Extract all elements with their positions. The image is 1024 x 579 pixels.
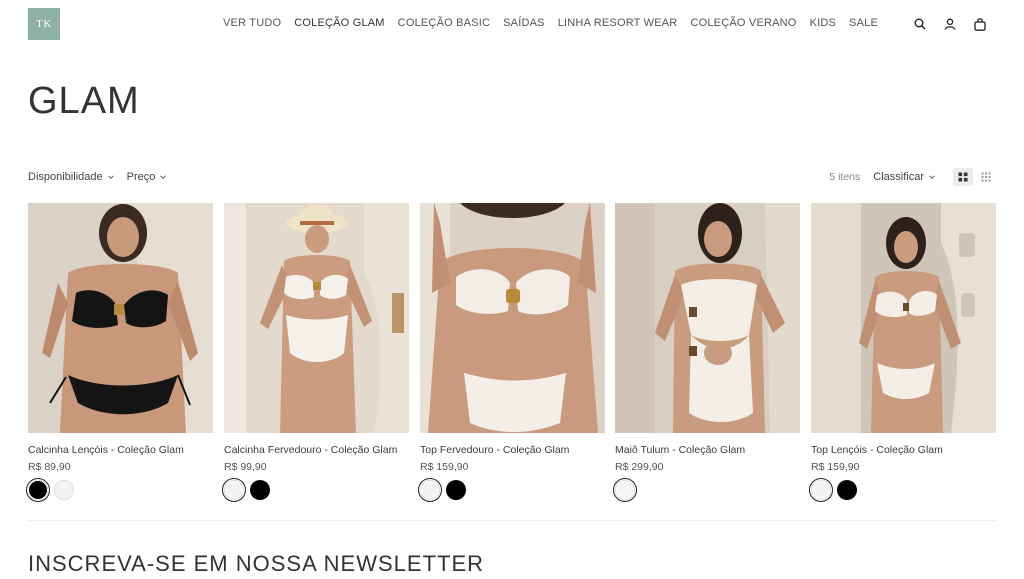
swatch-white[interactable] — [613, 478, 637, 502]
grid-large-icon — [958, 172, 968, 182]
product-image[interactable] — [28, 203, 213, 433]
color-swatches — [26, 478, 213, 502]
header-actions — [912, 16, 988, 32]
product-name[interactable]: Maiô Tulum - Coleção Glam — [615, 444, 800, 456]
nav-item-kids[interactable]: KIDS — [810, 17, 836, 29]
listing-toolbar: 5 itens Classificar — [829, 168, 996, 186]
swatch-black[interactable] — [837, 480, 857, 500]
swatch-white[interactable] — [809, 478, 833, 502]
product-image[interactable] — [420, 203, 605, 433]
price-filter-label: Preço — [126, 171, 156, 183]
swatch-black[interactable] — [446, 480, 466, 500]
filter-bar: Disponibilidade Preço — [28, 171, 167, 183]
nav-item-ver-tudo[interactable]: VER TUDO — [223, 17, 281, 29]
section-divider — [28, 520, 996, 521]
sort-dropdown[interactable]: Classificar — [873, 171, 936, 183]
store-logo[interactable]: TK — [28, 8, 60, 40]
product-image[interactable] — [615, 203, 800, 433]
product-price: R$ 159,90 — [420, 461, 469, 473]
product-card: Top Fervedouro - Coleção Glam R$ 159,90 — [418, 203, 605, 502]
product-grid: Calcinha Lençóis - Coleção Glam R$ 89,90 — [26, 203, 996, 503]
product-price: R$ 89,90 — [28, 461, 71, 473]
sort-label: Classificar — [873, 171, 924, 183]
chevron-down-icon — [929, 175, 935, 179]
color-swatches — [809, 478, 996, 502]
grid-large-view-button[interactable] — [953, 168, 973, 186]
product-price: R$ 299,90 — [615, 461, 664, 473]
availability-filter[interactable]: Disponibilidade — [28, 171, 115, 183]
product-name[interactable]: Top Lençóis - Coleção Glam — [811, 444, 996, 456]
swatch-white[interactable] — [222, 478, 246, 502]
nav-item-saidas[interactable]: SAÍDAS — [503, 17, 545, 29]
site-header: TK VER TUDO COLEÇÃO GLAM COLEÇÃO BASIC S… — [0, 0, 1024, 50]
nav-item-sale[interactable]: SALE — [849, 17, 878, 29]
nav-item-colecao-glam[interactable]: COLEÇÃO GLAM — [294, 17, 384, 29]
page-title: GLAM — [28, 80, 140, 122]
product-name[interactable]: Calcinha Lençóis - Coleção Glam — [28, 444, 213, 456]
chevron-down-icon — [160, 175, 167, 179]
nav-item-colecao-basic[interactable]: COLEÇÃO BASIC — [398, 17, 490, 29]
search-icon[interactable] — [912, 16, 928, 32]
swatch-white[interactable] — [418, 478, 442, 502]
availability-filter-label: Disponibilidade — [28, 171, 103, 183]
color-swatches — [222, 478, 409, 502]
swatch-black[interactable] — [250, 480, 270, 500]
product-price: R$ 99,90 — [224, 461, 267, 473]
product-image[interactable] — [811, 203, 996, 433]
product-name[interactable]: Top Fervedouro - Coleção Glam — [420, 444, 605, 456]
chevron-down-icon — [107, 175, 114, 179]
product-image[interactable] — [224, 203, 409, 433]
swatch-white[interactable] — [54, 480, 74, 500]
product-card: Maiô Tulum - Coleção Glam R$ 299,90 — [613, 203, 800, 502]
nav-item-colecao-verano[interactable]: COLEÇÃO VERANO — [690, 17, 796, 29]
grid-small-view-button[interactable] — [976, 168, 996, 186]
cart-icon[interactable] — [972, 16, 988, 32]
price-filter[interactable]: Preço — [127, 171, 168, 183]
newsletter-heading: INSCREVA-SE EM NOSSA NEWSLETTER — [28, 551, 485, 576]
product-name[interactable]: Calcinha Fervedouro - Coleção Glam — [224, 444, 409, 456]
swatch-black[interactable] — [26, 478, 50, 502]
product-count: 5 itens — [829, 171, 861, 183]
color-swatches — [613, 478, 800, 502]
grid-small-icon — [981, 172, 991, 182]
product-card: Calcinha Fervedouro - Coleção Glam R$ 99… — [222, 203, 409, 502]
main-nav: VER TUDO COLEÇÃO GLAM COLEÇÃO BASIC SAÍD… — [223, 17, 891, 29]
product-price: R$ 159,90 — [811, 461, 860, 473]
product-card: Calcinha Lençóis - Coleção Glam R$ 89,90 — [26, 203, 213, 502]
account-icon[interactable] — [942, 16, 958, 32]
color-swatches — [418, 478, 605, 502]
nav-item-linha-resort-wear[interactable]: LINHA RESORT WEAR — [558, 17, 678, 29]
product-card: Top Lençóis - Coleção Glam R$ 159,90 — [809, 203, 996, 502]
